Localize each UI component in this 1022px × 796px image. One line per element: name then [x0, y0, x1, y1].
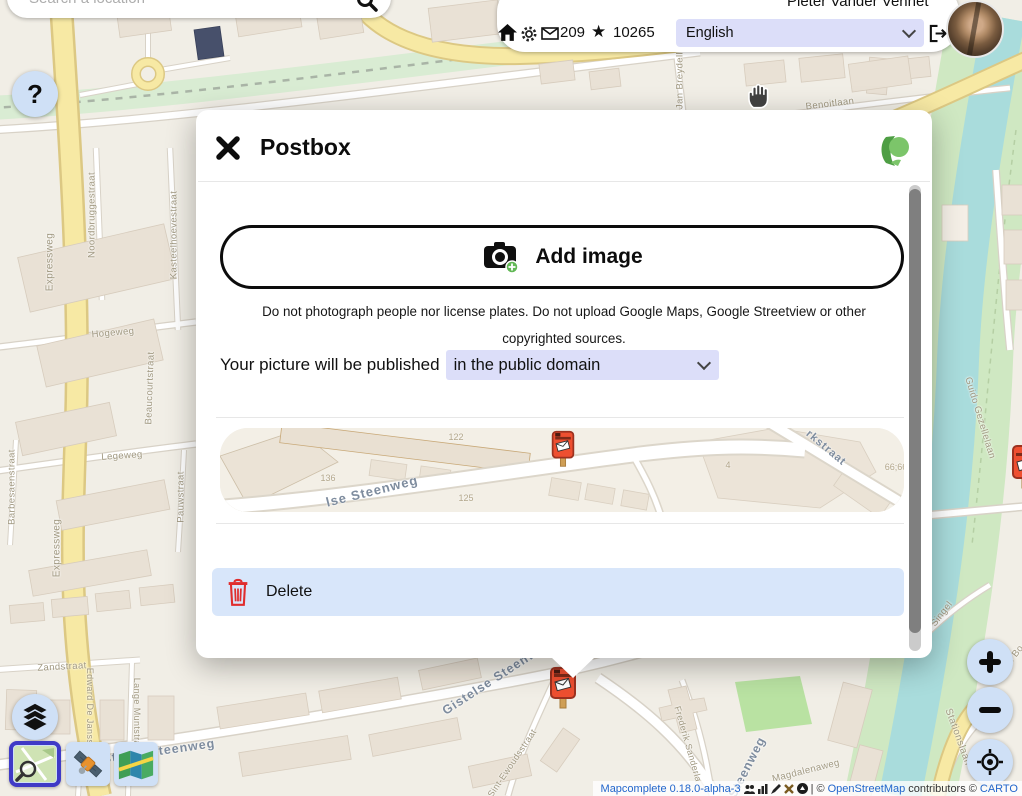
postbox-popup: Postbox Add image Do not photograph peop…	[196, 110, 932, 658]
camera-plus-icon	[481, 240, 521, 274]
user-name: Pieter Vander Vennet	[787, 0, 929, 10]
delete-button[interactable]: Delete	[212, 568, 904, 616]
popup-tail	[551, 657, 595, 678]
search-input[interactable]	[27, 0, 355, 8]
community-icon[interactable]	[744, 784, 755, 794]
image-license-note: Do not photograph people nor license pla…	[232, 298, 896, 352]
add-image-label: Add image	[535, 245, 642, 269]
license-selected-value: in the public domain	[454, 356, 601, 375]
edit-pencil-icon[interactable]	[771, 784, 781, 794]
help-label: ?	[27, 79, 43, 110]
popup-scrollbar-thumb[interactable]	[909, 189, 921, 633]
background-layer-osm-button[interactable]	[9, 741, 61, 787]
search-bar	[7, 0, 391, 18]
house-number: 66;66	[885, 462, 904, 472]
publish-row: Your picture will be published in the pu…	[220, 350, 719, 380]
folded-map-icon	[117, 748, 155, 780]
mapcomplete-app: Dirk Martensstraat Noordbruggestraat Kas…	[0, 0, 1022, 796]
hand-cursor-icon	[742, 78, 774, 112]
background-layer-aerial-button[interactable]	[66, 742, 110, 786]
chevron-down-icon	[697, 356, 711, 370]
divider	[216, 417, 904, 418]
message-count[interactable]: 209	[560, 24, 585, 41]
popup-title: Postbox	[260, 134, 351, 161]
attribution-contributors: contributors ©	[908, 783, 977, 795]
user-avatar[interactable]	[946, 0, 1004, 58]
mapillary-icon[interactable]	[797, 783, 808, 794]
settings-gear-icon[interactable]	[521, 26, 537, 42]
satellite-icon	[70, 746, 106, 782]
chevron-down-icon	[902, 24, 916, 38]
osm-map-icon	[14, 746, 56, 782]
zoom-in-button[interactable]	[967, 639, 1013, 685]
divider	[198, 181, 930, 182]
messages-envelope-icon[interactable]	[541, 27, 559, 40]
house-number: 122	[448, 432, 463, 442]
search-icon[interactable]	[355, 0, 379, 13]
mapcomplete-version-link[interactable]: Mapcomplete 0.18.0-alpha-3	[601, 783, 741, 795]
plus-icon	[977, 649, 1003, 675]
publish-text: Your picture will be published	[220, 355, 440, 375]
star-icon[interactable]: ★	[591, 22, 606, 42]
minus-icon	[977, 697, 1003, 723]
attribution-bar: Mapcomplete 0.18.0-alpha-3 | © OpenStree…	[593, 781, 1022, 796]
language-selected-value: English	[686, 25, 734, 41]
home-icon[interactable]	[498, 24, 517, 42]
license-select[interactable]: in the public domain	[446, 350, 719, 380]
trash-icon	[226, 578, 250, 606]
statistics-icon[interactable]	[758, 784, 768, 794]
add-image-button[interactable]: Add image	[220, 225, 904, 289]
help-button[interactable]: ?	[12, 71, 58, 117]
divider	[216, 523, 904, 524]
zoom-out-button[interactable]	[967, 687, 1013, 733]
openstreetmap-link[interactable]: OpenStreetMap	[828, 783, 906, 795]
layers-button[interactable]	[12, 694, 58, 740]
language-select[interactable]: English	[676, 19, 924, 47]
background-layer-map-button[interactable]	[114, 742, 158, 786]
josm-icon[interactable]	[784, 784, 794, 794]
popup-scrollbar	[909, 185, 921, 651]
delete-label: Delete	[266, 583, 312, 601]
layers-icon	[20, 702, 50, 732]
postbox-marker-edge[interactable]	[1010, 444, 1022, 490]
location-minimap[interactable]: 122 136 125 4 66;66 lse Steenweg rkstraa…	[220, 428, 904, 512]
crosshair-icon	[976, 748, 1004, 776]
close-icon[interactable]	[214, 134, 242, 162]
geolocate-button[interactable]	[967, 739, 1013, 785]
carto-link[interactable]: CARTO	[980, 783, 1018, 795]
house-number: 4	[725, 460, 730, 470]
attribution-separator: | ©	[811, 783, 825, 795]
house-number: 136	[320, 473, 335, 483]
mapcomplete-logo-icon	[874, 132, 912, 170]
logout-icon[interactable]	[928, 24, 947, 43]
star-count[interactable]: 10265	[613, 24, 655, 41]
postbox-marker	[550, 430, 576, 468]
house-number: 125	[458, 493, 473, 503]
